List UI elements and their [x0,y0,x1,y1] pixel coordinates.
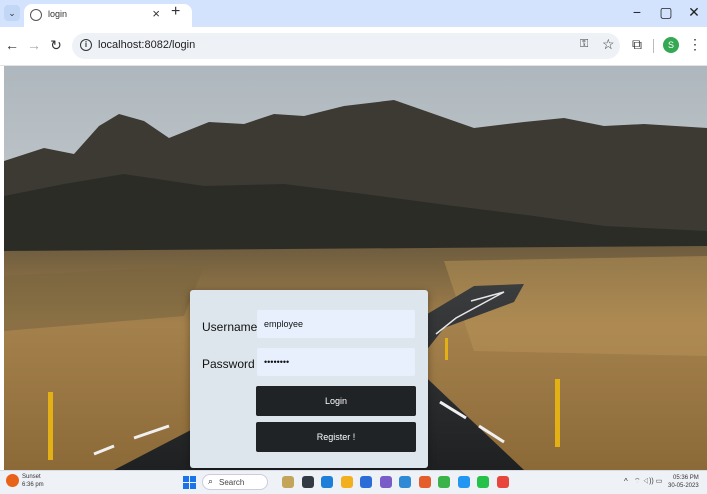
taskbar-app-icon[interactable] [379,476,392,488]
url-text[interactable]: localhost:8082/login [98,39,195,51]
windows-start-icon[interactable] [183,476,196,489]
address-bar-row: ← → ↻ i localhost:8082/login ⚿ ☆ ⧉ S ⋮ [0,27,707,66]
toolbar-divider [653,39,654,53]
weather-title: Sunset [22,474,41,480]
bookmark-star-icon[interactable]: ☆ [602,36,615,53]
username-input[interactable] [257,310,415,338]
search-icon: ⌕ [208,476,214,486]
register-button[interactable]: Register ! [256,422,416,452]
password-label: Password [202,357,255,371]
taskbar-app-icon[interactable] [340,476,353,488]
login-form-card: Username Password Login Register ! [190,290,428,468]
password-key-icon[interactable]: ⚿ [580,38,588,51]
taskbar-app-icon[interactable] [457,476,470,488]
tab-login[interactable]: login × [24,4,192,27]
tray-status-icons[interactable]: ⌔ ◁)) ▭ [634,477,662,486]
tab-favicon-icon [30,9,42,21]
weather-widget[interactable]: Sunset 6:36 pm [22,473,44,489]
tab-title: login [48,9,68,19]
new-tab-button[interactable]: + [171,3,180,21]
taskbar-app-icon[interactable] [301,476,314,488]
password-input[interactable] [257,348,415,376]
taskbar-app-icon[interactable] [438,476,450,488]
clock-time: 05:36 PM [673,475,699,481]
reload-button[interactable]: ↻ [48,37,64,54]
forward-button[interactable]: → [26,37,42,53]
site-info-icon[interactable]: i [80,39,92,51]
minimize-button[interactable]: − [626,4,648,20]
restore-button[interactable]: ▢ [655,4,677,21]
taskbar-app-icon[interactable] [321,476,333,488]
login-button[interactable]: Login [256,386,416,416]
taskbar-app-icon[interactable] [282,476,294,488]
taskbar-app-icon[interactable] [360,476,372,488]
tab-close-icon[interactable]: × [152,6,160,21]
taskbar-search-label: Search [219,478,245,487]
page-viewport: Username Password Login Register ! [4,66,707,470]
windows-taskbar: Sunset 6:36 pm ⌕ Search ^ ⌔ ◁)) ▭ 05:36 … [0,470,707,494]
profile-avatar[interactable]: S [663,37,679,53]
weather-time: 6:36 pm [22,482,44,488]
taskbar-clock[interactable]: 05:36 PM 30-05-2023 [668,474,699,490]
taskbar-app-icon[interactable] [496,476,509,488]
close-window-button[interactable]: ✕ [683,4,705,21]
url-omnibox[interactable]: i localhost:8082/login ⚿ ☆ [72,33,620,59]
tray-chevron-icon[interactable]: ^ [624,477,628,486]
kebab-menu-icon[interactable]: ⋮ [688,36,702,53]
weather-icon[interactable] [6,474,19,487]
clock-date: 30-05-2023 [668,483,699,489]
taskbar-app-icon[interactable] [418,476,431,488]
back-button[interactable]: ← [4,37,20,53]
tab-search-button[interactable]: ⌄ [4,5,20,21]
taskbar-app-icon[interactable] [477,476,489,488]
username-label: Username [202,320,258,334]
extensions-icon[interactable]: ⧉ [632,36,642,53]
browser-tab-strip: ⌄ login × + − ▢ ✕ [0,0,707,27]
taskbar-search[interactable]: ⌕ Search [202,474,268,490]
taskbar-app-icon[interactable] [399,476,411,488]
